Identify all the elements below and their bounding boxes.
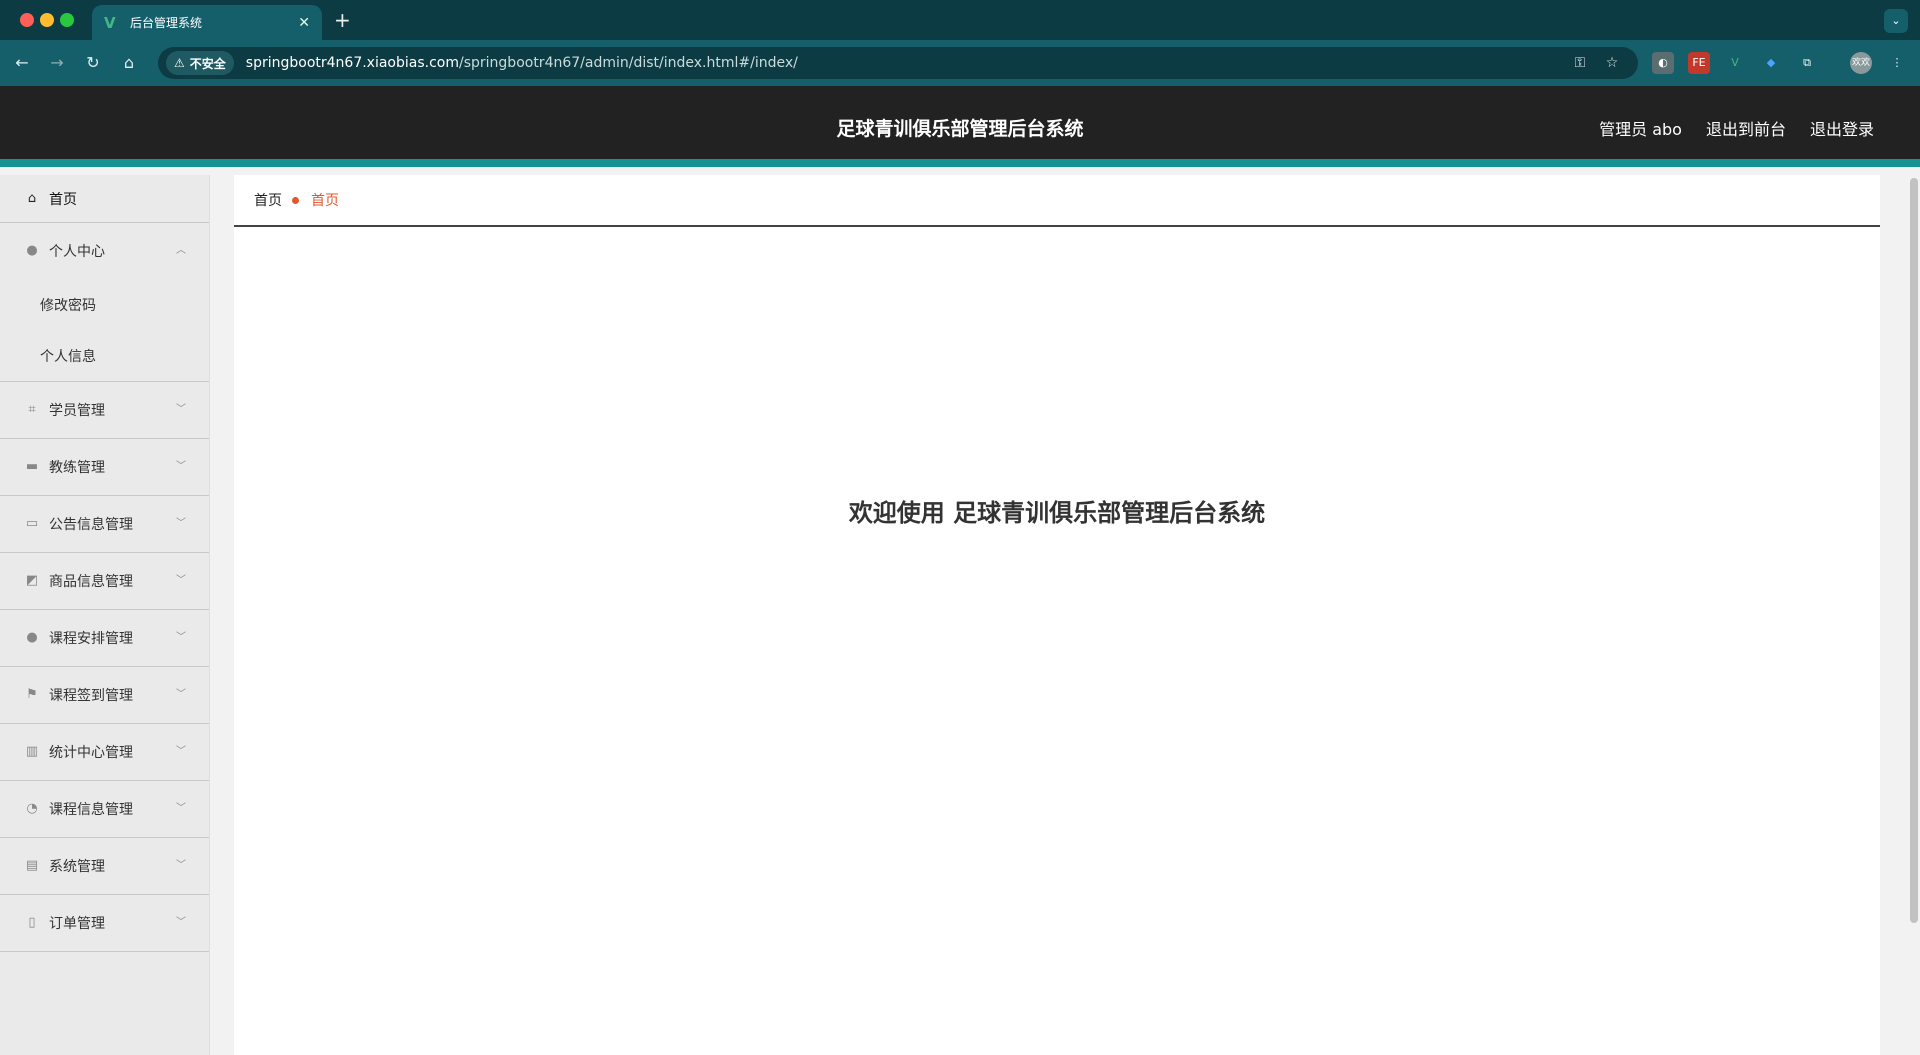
sidebar-item-orders[interactable]: ▯ 订单管理 ﹀ <box>0 895 209 952</box>
star-icon[interactable]: ☆ <box>1602 53 1622 73</box>
reload-icon[interactable]: ↻ <box>82 52 104 74</box>
breadcrumb-current: 首页 <box>311 193 339 209</box>
logout-link[interactable]: 退出登录 <box>1810 116 1874 140</box>
home-icon[interactable]: ⌂ <box>118 52 140 74</box>
browser-chrome: V 后台管理系统 ✕ + ⌄ ← → ↻ ⌂ ⚠ 不安全 springbootr… <box>0 0 1920 86</box>
flag-icon: ⚑ <box>26 687 38 702</box>
sidebar-item-label: 个人中心 <box>49 244 105 260</box>
sidebar-item-label: 学员管理 <box>49 403 105 419</box>
sidebar-item-label: 统计中心管理 <box>49 745 133 761</box>
bars-icon: ▥ <box>25 744 39 759</box>
address-bar[interactable]: ⚠ 不安全 springbootr4n67.xiaobias.com/sprin… <box>158 47 1638 79</box>
sidebar-item-label: 课程安排管理 <box>49 631 133 647</box>
url-host: springbootr4n67.xiaobias.com <box>245 55 459 71</box>
chart-icon: ◩ <box>25 573 39 588</box>
sidebar-item-students[interactable]: ⌗ 学员管理 ﹀ <box>0 382 209 439</box>
home-icon: ⌂ <box>27 190 37 206</box>
sidebar-item-course-schedule[interactable]: ● 课程安排管理 ﹀ <box>0 610 209 667</box>
vue-logo-icon: V <box>104 13 116 32</box>
tab-close-icon[interactable]: ✕ <box>298 15 310 31</box>
header-actions: 管理员 abo 退出到前台 退出登录 <box>1599 116 1874 140</box>
back-icon[interactable]: ← <box>11 52 33 74</box>
mic-icon: ▯ <box>28 915 36 930</box>
security-chip[interactable]: ⚠ 不安全 <box>166 51 234 75</box>
sidebar-subitem-change-password[interactable]: 修改密码 <box>0 279 209 330</box>
chevron-down-icon: ﹀ <box>176 575 186 586</box>
welcome-message: 欢迎使用 足球青训俱乐部管理后台系统 <box>848 499 1266 527</box>
sidebar-item-label: 课程信息管理 <box>49 802 133 818</box>
sidebar-item-home[interactable]: ⌂ 首页 <box>0 175 209 223</box>
sidebar-item-label: 首页 <box>49 191 77 208</box>
forward-icon[interactable]: → <box>46 52 68 74</box>
chevron-down-icon: ﹀ <box>176 803 186 814</box>
maximize-window-button[interactable] <box>60 13 74 27</box>
exit-to-front-link[interactable]: 退出到前台 <box>1706 116 1786 140</box>
sidebar-item-announcements[interactable]: ▭ 公告信息管理 ﹀ <box>0 496 209 553</box>
tab-bar: V 后台管理系统 ✕ + ⌄ <box>0 0 1920 40</box>
browser-tab[interactable]: V 后台管理系统 ✕ <box>92 5 322 40</box>
main-content: 首页 首页 欢迎使用 足球青训俱乐部管理后台系统 <box>234 175 1880 1055</box>
url-path: /springbootr4n67/admin/dist/index.html#/… <box>459 55 798 71</box>
extensions-icon[interactable]: ⧉ <box>1796 52 1818 74</box>
briefcase-icon: ▬ <box>25 459 39 474</box>
admin-user-label: 管理员 abo <box>1599 120 1682 139</box>
sidebar-subitem-personal-info[interactable]: 个人信息 <box>0 330 209 381</box>
page-scrollbar[interactable] <box>1910 178 1918 923</box>
security-label: 不安全 <box>189 56 226 71</box>
chevron-down-icon: ﹀ <box>176 746 186 757</box>
warning-icon: ⚠ <box>174 56 185 70</box>
chevron-down-icon: ﹀ <box>176 461 186 472</box>
chevron-down-icon: ﹀ <box>176 518 186 529</box>
personal-center-submenu: 修改密码 个人信息 <box>0 279 209 382</box>
extension-icon-4[interactable]: ◆ <box>1760 52 1782 74</box>
tab-title: 后台管理系统 <box>130 16 203 30</box>
user-icon: ● <box>26 243 38 258</box>
sidebar-item-products[interactable]: ◩ 商品信息管理 ﹀ <box>0 553 209 610</box>
extension-icon-1[interactable]: ◐ <box>1652 52 1674 74</box>
sidebar-item-label: 订单管理 <box>49 916 105 932</box>
clipboard-icon: ▤ <box>25 858 39 873</box>
sidebar-item-label: 课程签到管理 <box>49 688 133 704</box>
tab-search-icon[interactable]: ⌄ <box>1884 9 1908 33</box>
sidebar-item-course-checkin[interactable]: ⚑ 课程签到管理 ﹀ <box>0 667 209 724</box>
gauge-icon: ◔ <box>26 801 38 816</box>
browser-toolbar: ← → ↻ ⌂ ⚠ 不安全 springbootr4n67.xiaobias.c… <box>0 40 1920 86</box>
chevron-down-icon: ﹀ <box>176 632 186 643</box>
profile-icon[interactable]: 欢欢 <box>1850 52 1872 74</box>
user-icon: ● <box>26 630 38 645</box>
breadcrumb-separator-icon <box>292 196 299 204</box>
sidebar-item-label: 教练管理 <box>49 460 105 476</box>
chevron-down-icon: ﹀ <box>176 917 186 928</box>
sidebar-item-personal-center[interactable]: ● 个人中心 ︿ <box>0 223 209 279</box>
close-window-button[interactable] <box>20 13 34 27</box>
sidebar-item-system[interactable]: ▤ 系统管理 ﹀ <box>0 838 209 895</box>
chevron-up-icon: ︿ <box>176 245 186 256</box>
sidebar-item-coaches[interactable]: ▬ 教练管理 ﹀ <box>0 439 209 496</box>
url-text[interactable]: springbootr4n67.xiaobias.com/springbootr… <box>246 55 798 71</box>
minimize-window-button[interactable] <box>40 13 54 27</box>
breadcrumb-home[interactable]: 首页 <box>254 190 282 210</box>
chevron-down-icon: ﹀ <box>176 689 186 700</box>
menu-icon[interactable]: ⋮ <box>1886 52 1908 74</box>
breadcrumb: 首页 首页 <box>234 175 1880 227</box>
sidebar: ⌂ 首页 ● 个人中心 ︿ 修改密码 个人信息 ⌗ 学员管理 ﹀ ▬ 教练管理 … <box>0 175 210 1055</box>
card-icon: ▭ <box>25 516 39 531</box>
sidebar-item-label: 系统管理 <box>49 859 105 875</box>
new-tab-button[interactable]: + <box>334 9 351 31</box>
key-icon[interactable]: ⚿ <box>1570 53 1590 73</box>
sidebar-item-statistics[interactable]: ▥ 统计中心管理 ﹀ <box>0 724 209 781</box>
sidebar-item-course-info[interactable]: ◔ 课程信息管理 ﹀ <box>0 781 209 838</box>
sidebar-item-label: 公告信息管理 <box>49 517 133 533</box>
app-header: 足球青训俱乐部管理后台系统 管理员 abo 退出到前台 退出登录 <box>0 86 1920 167</box>
crop-icon: ⌗ <box>28 402 36 417</box>
extension-icon-2[interactable]: FE <box>1688 52 1710 74</box>
vue-devtools-icon[interactable]: V <box>1724 52 1746 74</box>
chevron-down-icon: ﹀ <box>176 404 186 415</box>
chevron-down-icon: ﹀ <box>176 860 186 871</box>
sidebar-item-label: 商品信息管理 <box>49 574 133 590</box>
